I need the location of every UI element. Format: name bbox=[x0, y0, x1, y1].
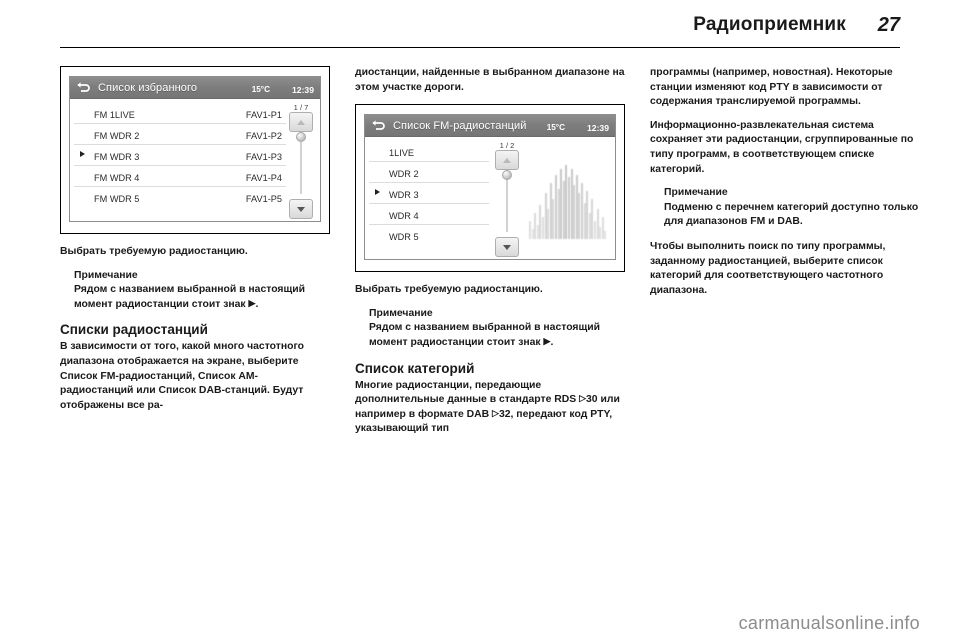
page-number: 27 bbox=[877, 14, 900, 36]
scroll-up-button[interactable] bbox=[495, 150, 519, 171]
scrollbar-thumb[interactable] bbox=[502, 170, 512, 181]
favourites-list[interactable]: FM 1LIVE FAV1-P1 FM WDR 2 FAV1-P2 FM WDR… bbox=[74, 103, 286, 208]
paragraph-select-station: Выбрать требуемую радиостанцию. bbox=[60, 246, 248, 257]
note-text: Рядом с названием выбранной в настоящий … bbox=[369, 322, 601, 348]
note-title: Примечание bbox=[664, 187, 728, 199]
station-name: FM WDR 5 bbox=[94, 194, 140, 204]
figure-favourites-list: Список избранного 15°C 12:39 FM 1LIVE FA… bbox=[60, 66, 330, 234]
back-arrow-icon[interactable] bbox=[76, 81, 90, 94]
chevron-down-icon bbox=[503, 245, 511, 251]
paragraph-continued-top: диостанции, найденные в выбранном диапаз… bbox=[355, 67, 625, 93]
paragraph-category-list: Многие радиостанции, передающие дополнит… bbox=[355, 379, 625, 437]
note-body: Подменю с перечнем категорий доступно то… bbox=[664, 201, 919, 228]
fm-station-list[interactable]: 1LIVE WDR 2 WDR 3 WDR 4 WDR 5 bbox=[369, 141, 489, 246]
display-clock: 12:39 bbox=[292, 85, 314, 95]
content-columns: Список избранного 15°C 12:39 FM 1LIVE FA… bbox=[60, 66, 918, 596]
scroll-down-button[interactable] bbox=[289, 199, 313, 219]
section-heading-category-list: Список категорий bbox=[355, 360, 475, 376]
note-body: Рядом с названием выбранной в настоящий … bbox=[74, 283, 330, 312]
header-divider bbox=[60, 47, 900, 48]
display-clock: 12:39 bbox=[587, 123, 609, 134]
list-item[interactable]: 1LIVE bbox=[369, 141, 489, 163]
note-text: Рядом с названием выбранной в настоящий … bbox=[74, 284, 306, 310]
preset-label: FAV1-P3 bbox=[245, 152, 282, 162]
note-block-right: Примечание Подменю с перечнем категорий … bbox=[664, 186, 920, 230]
paragraph-station-lists: В зависимости от того, какой много часто… bbox=[60, 341, 304, 411]
cross-reference-icon: ▷ bbox=[579, 393, 586, 404]
chevron-up-icon bbox=[503, 158, 511, 164]
paragraph-pty-top: программы (например, новостная). Некотор… bbox=[650, 67, 893, 108]
station-name: WDR 2 bbox=[389, 169, 419, 180]
list-item[interactable]: FM WDR 4 FAV1-P4 bbox=[74, 166, 286, 187]
list-item[interactable]: WDR 2 bbox=[369, 162, 489, 184]
note-block-middle: Примечание Рядом с названием выбранной в… bbox=[369, 307, 625, 351]
paragraph-search-by-pty: Чтобы выполнить поиск по типу программы,… bbox=[650, 240, 886, 296]
display-title: Список избранного bbox=[98, 82, 198, 94]
station-name: FM 1LIVE bbox=[94, 110, 135, 120]
column-left: Список избранного 15°C 12:39 FM 1LIVE FA… bbox=[60, 66, 330, 422]
radio-display-fm-list: Список FM-радиостанций 15°C 12:39 1LIVE … bbox=[364, 114, 616, 261]
back-arrow-icon[interactable] bbox=[371, 119, 385, 132]
site-watermark: carmanualsonline.info bbox=[738, 613, 920, 633]
station-name: FM WDR 3 bbox=[94, 152, 140, 162]
list-item[interactable]: FM 1LIVE FAV1-P1 bbox=[74, 103, 286, 124]
cross-reference-page-b: 32 bbox=[498, 408, 511, 420]
paragraph-infotainment: Информационно-развлекательная система со… bbox=[650, 119, 914, 175]
note-text-tail: . bbox=[255, 298, 259, 310]
station-name: 1LIVE bbox=[389, 148, 415, 159]
preset-label: FAV1-P1 bbox=[245, 110, 282, 120]
station-name: FM WDR 2 bbox=[94, 131, 140, 141]
chevron-up-icon bbox=[297, 120, 305, 125]
scrollbar-track[interactable] bbox=[506, 172, 508, 233]
note-title: Примечание bbox=[369, 307, 433, 319]
display-title-bar: Список FM-радиостанций 15°C 12:39 bbox=[365, 115, 615, 138]
page-title: Радиоприемник bbox=[693, 14, 846, 35]
list-item[interactable]: WDR 4 bbox=[369, 204, 489, 226]
list-scrollbar[interactable]: 1 / 7 bbox=[287, 101, 315, 219]
display-title: Список FM-радиостанций bbox=[393, 120, 527, 133]
paragraph-select-station: Выбрать требуемую радиостанцию. bbox=[355, 284, 543, 296]
column-right: программы (например, новостная). Некотор… bbox=[650, 66, 920, 307]
display-temperature: 15°C bbox=[251, 85, 270, 94]
scroll-up-button[interactable] bbox=[289, 112, 313, 132]
list-item-active[interactable]: FM WDR 3 FAV1-P3 bbox=[74, 145, 286, 166]
column-middle: диостанции, найденные в выбранном диапаз… bbox=[355, 66, 625, 446]
display-title-bar: Список избранного 15°C 12:39 bbox=[70, 77, 320, 99]
note-body: Рядом с названием выбранной в настоящий … bbox=[369, 321, 625, 350]
section-heading-station-lists: Списки радиостанций bbox=[60, 322, 208, 338]
text-part-a: Многие радиостанции, передающие дополнит… bbox=[355, 379, 580, 406]
scrollbar-thumb[interactable] bbox=[296, 132, 306, 142]
now-playing-icon bbox=[375, 189, 380, 196]
list-item[interactable]: FM WDR 5 FAV1-P5 bbox=[74, 187, 286, 208]
now-playing-icon bbox=[80, 151, 85, 157]
preset-label: FAV1-P2 bbox=[245, 131, 282, 141]
chevron-down-icon bbox=[297, 207, 305, 212]
note-title: Примечание bbox=[74, 269, 138, 281]
note-block-left: Примечание Рядом с названием выбранной в… bbox=[74, 269, 330, 313]
station-name: FM WDR 4 bbox=[94, 173, 140, 183]
preset-label: FAV1-P4 bbox=[245, 173, 282, 183]
cross-reference-page-a: 30 bbox=[586, 394, 598, 406]
display-body: FM 1LIVE FAV1-P1 FM WDR 2 FAV1-P2 FM WDR… bbox=[70, 99, 320, 221]
list-scrollbar[interactable]: 1 / 2 bbox=[493, 139, 521, 258]
station-name: WDR 3 bbox=[389, 190, 419, 201]
scrollbar-track[interactable] bbox=[300, 134, 302, 194]
cross-reference-icon: ▷ bbox=[492, 407, 499, 418]
station-name: WDR 5 bbox=[389, 232, 419, 243]
signal-waveform-icon bbox=[529, 159, 607, 240]
station-name: WDR 4 bbox=[389, 211, 419, 222]
list-item[interactable]: FM WDR 2 FAV1-P2 bbox=[74, 124, 286, 145]
note-text-tail: . bbox=[550, 336, 554, 348]
display-temperature: 15°C bbox=[546, 123, 565, 133]
display-body: 1LIVE WDR 2 WDR 3 WDR 4 WDR 5 1 / 2 bbox=[365, 137, 615, 260]
radio-display-favourites: Список избранного 15°C 12:39 FM 1LIVE FA… bbox=[69, 76, 321, 222]
list-item-active[interactable]: WDR 3 bbox=[369, 183, 489, 205]
preset-label: FAV1-P5 bbox=[245, 194, 282, 204]
list-item[interactable]: WDR 5 bbox=[369, 225, 489, 246]
figure-fm-station-list: Список FM-радиостанций 15°C 12:39 1LIVE … bbox=[355, 104, 625, 273]
scroll-down-button[interactable] bbox=[495, 237, 519, 258]
page-header: Радиоприемник 27 bbox=[60, 14, 900, 48]
